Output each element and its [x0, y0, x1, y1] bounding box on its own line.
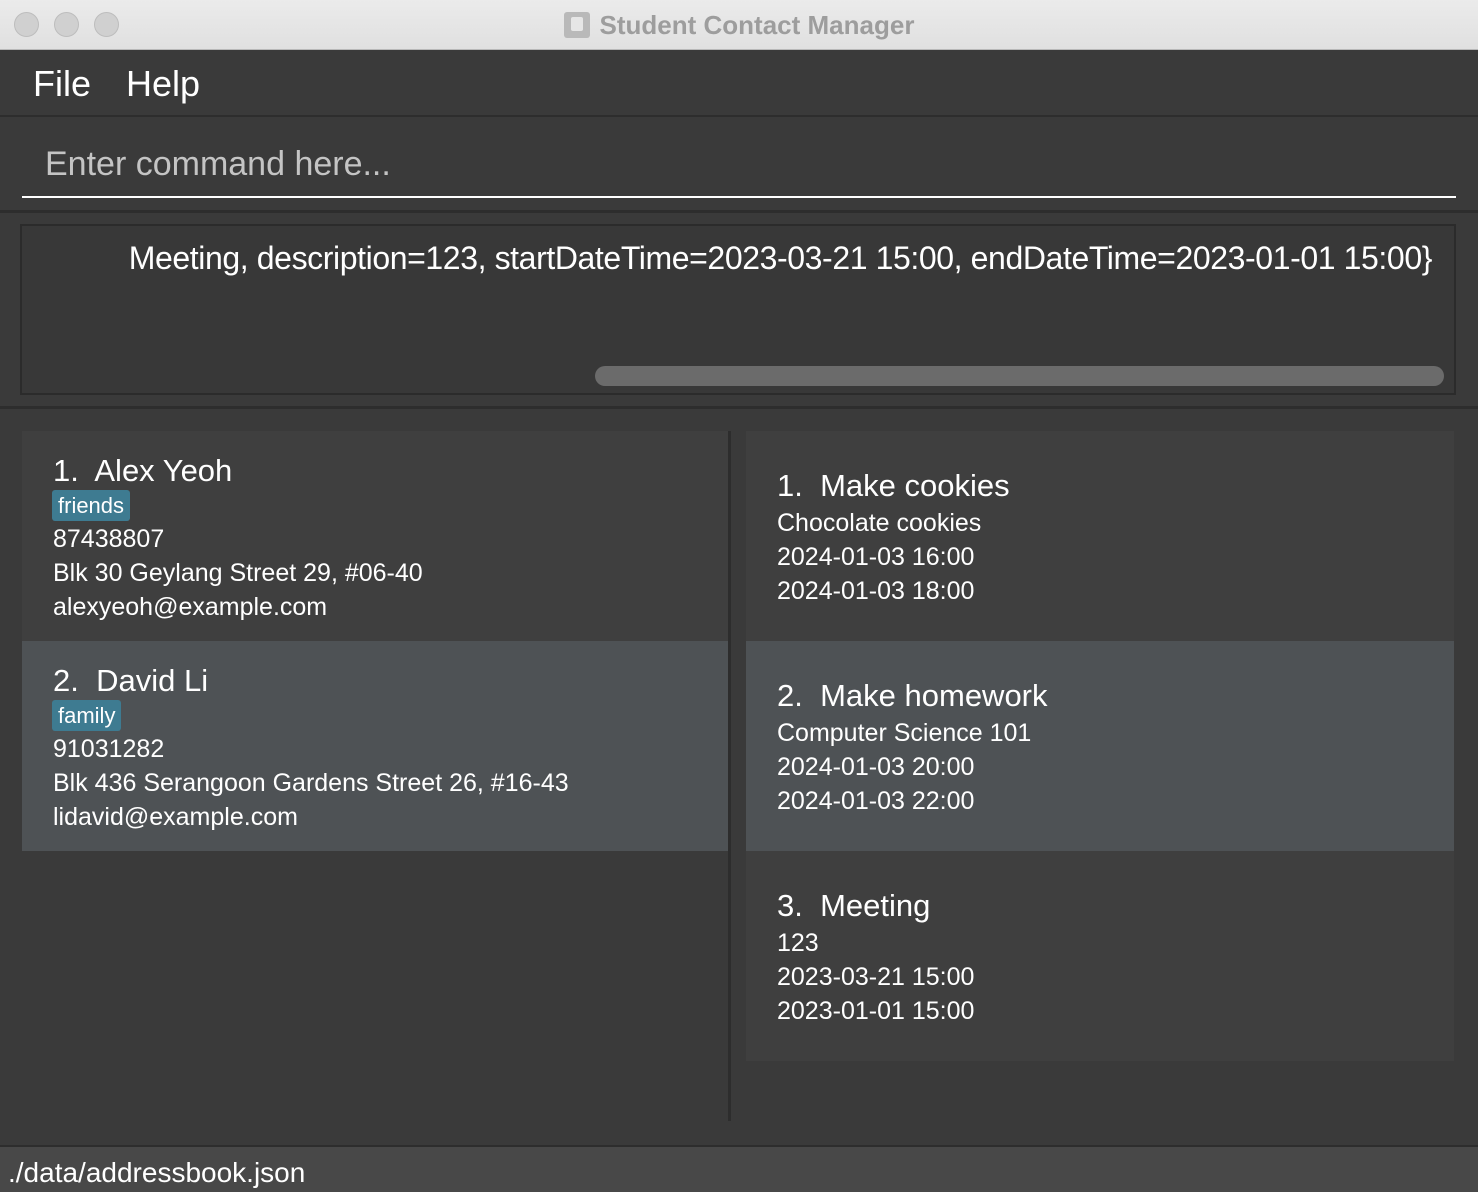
event-card[interactable]: 2. Make homework Computer Science 101 20… — [746, 641, 1454, 851]
person-email: alexyeoh@example.com — [53, 593, 328, 621]
event-end: 2024-01-03 22:00 — [777, 787, 975, 815]
status-bar: ./data/addressbook.json — [0, 1145, 1478, 1192]
person-address: Blk 436 Serangoon Gardens Street 26, #16… — [53, 769, 569, 797]
menu-help[interactable]: Help — [126, 63, 200, 105]
panel-divider — [728, 431, 731, 1121]
event-list-panel: 1. Make cookies Chocolate cookies 2024-0… — [746, 431, 1454, 1071]
person-list-panel: 1. Alex Yeoh friends 87438807 Blk 30 Gey… — [22, 431, 728, 1121]
event-description: Computer Science 101 — [777, 719, 1032, 747]
menu-bar: File Help — [0, 51, 1478, 117]
divider — [0, 406, 1478, 409]
event-start: 2024-01-03 20:00 — [777, 753, 975, 781]
app-contact-icon — [563, 12, 590, 38]
event-end: 2023-01-01 15:00 — [777, 997, 975, 1025]
person-address: Blk 30 Geylang Street 29, #06-40 — [53, 559, 423, 587]
event-start: 2023-03-21 15:00 — [777, 963, 975, 991]
event-card[interactable]: 3. Meeting 123 2023-03-21 15:00 2023-01-… — [746, 851, 1454, 1061]
event-description: 123 — [777, 929, 819, 957]
result-display[interactable]: Meeting, description=123, startDateTime=… — [20, 224, 1456, 395]
person-name: 2. David Li — [53, 663, 209, 698]
event-name: 3. Meeting — [777, 888, 931, 923]
event-name: 1. Make cookies — [777, 468, 1010, 503]
event-description: Chocolate cookies — [777, 509, 982, 537]
person-phone: 87438807 — [53, 525, 165, 553]
person-email: lidavid@example.com — [53, 803, 298, 831]
person-card[interactable]: 2. David Li family 91031282 Blk 436 Sera… — [22, 641, 728, 851]
command-box — [0, 118, 1478, 213]
window-title: Student Contact Manager — [599, 9, 915, 40]
person-tag: friends — [52, 490, 131, 521]
horizontal-scrollbar[interactable] — [595, 366, 1444, 386]
event-name: 2. Make homework — [777, 678, 1048, 713]
title-bar: Student Contact Manager — [0, 0, 1478, 50]
person-card[interactable]: 1. Alex Yeoh friends 87438807 Blk 30 Gey… — [22, 431, 728, 641]
person-phone: 91031282 — [53, 735, 165, 763]
person-name: 1. Alex Yeoh — [53, 453, 233, 488]
window-title-group: Student Contact Manager — [0, 0, 1478, 50]
command-input[interactable] — [22, 132, 1456, 198]
event-end: 2024-01-03 18:00 — [777, 577, 975, 605]
event-card[interactable]: 1. Make cookies Chocolate cookies 2024-0… — [746, 431, 1454, 641]
save-file-path: ./data/addressbook.json — [8, 1157, 306, 1188]
person-tag: family — [52, 700, 122, 731]
event-start: 2024-01-03 16:00 — [777, 543, 975, 571]
result-text: Meeting, description=123, startDateTime=… — [128, 240, 1433, 276]
menu-file[interactable]: File — [33, 63, 91, 105]
